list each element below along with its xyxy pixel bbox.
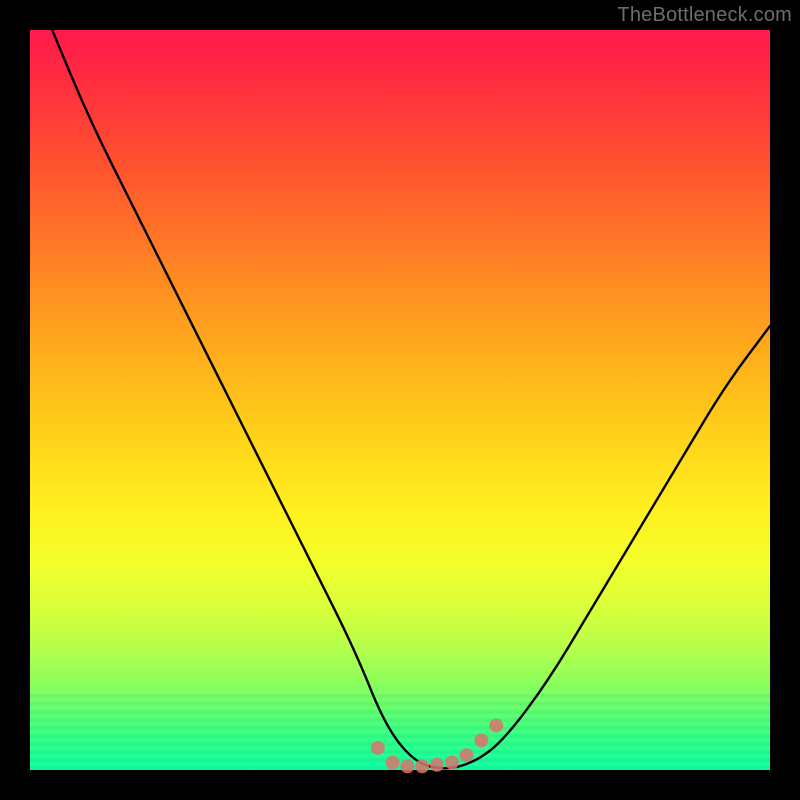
valley-marker bbox=[400, 759, 414, 773]
chart-stage: TheBottleneck.com bbox=[0, 0, 800, 800]
valley-marker bbox=[371, 741, 385, 755]
valley-marker bbox=[489, 719, 503, 733]
valley-marker bbox=[474, 733, 488, 747]
plot-area bbox=[30, 30, 770, 770]
valley-marker bbox=[415, 759, 429, 773]
valley-marker bbox=[386, 756, 400, 770]
valley-marker bbox=[460, 748, 474, 762]
valley-marker bbox=[430, 758, 444, 772]
valley-markers bbox=[371, 719, 503, 774]
curve-svg bbox=[30, 30, 770, 770]
valley-marker bbox=[445, 756, 459, 770]
bottleneck-curve bbox=[52, 30, 770, 768]
watermark-text: TheBottleneck.com bbox=[617, 4, 792, 27]
